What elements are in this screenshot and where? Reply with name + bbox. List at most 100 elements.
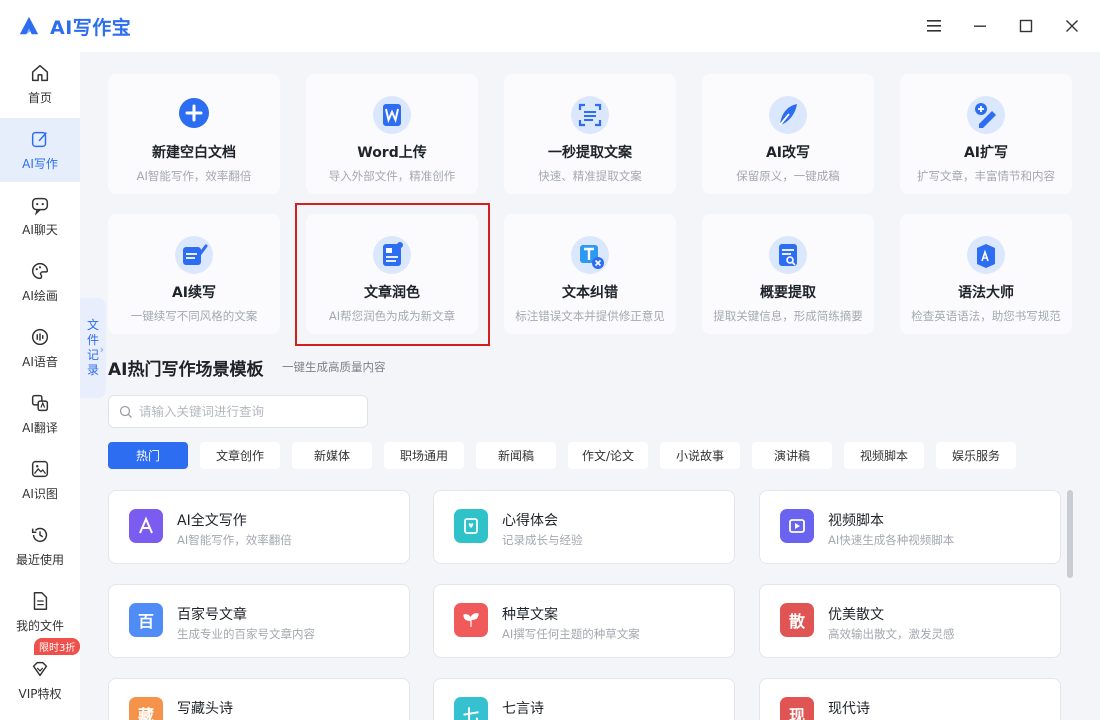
category-chip-hot[interactable]: 热门 (108, 442, 188, 469)
scan-text-icon (571, 96, 609, 134)
sidebar-item-label: AI语音 (22, 355, 58, 369)
tool-card-summary-extract[interactable]: 概要提取 提取关键信息，形成简练摘要 (702, 214, 874, 334)
notebook-icon (454, 509, 488, 543)
sidebar-item-ai-chat[interactable]: AI聊天 (0, 184, 80, 248)
tool-desc: 导入外部文件，精准创作 (328, 169, 456, 183)
template-title: 视频脚本 (828, 513, 884, 529)
video-icon (780, 509, 814, 543)
maximize-button[interactable] (1006, 10, 1046, 42)
sidebar-item-vip[interactable]: 限时3折 VIP特权 (0, 638, 81, 712)
poem-icon: 七 (454, 697, 488, 720)
template-card[interactable]: 视频脚本 AI快速生成各种视频脚本 (759, 490, 1061, 564)
search-input[interactable] (139, 404, 359, 419)
tool-card-ai-rewrite[interactable]: AI改写 保留原义，一键成稿 (702, 74, 874, 194)
tool-desc: 快速、精准提取文案 (538, 169, 642, 183)
category-chip-essay[interactable]: 作文/论文 (568, 442, 648, 469)
tool-title: 概要提取 (760, 285, 816, 301)
template-card[interactable]: 七 七言诗 (433, 678, 735, 720)
template-card[interactable]: 藏 写藏头诗 (108, 678, 410, 720)
category-chip-novel[interactable]: 小说故事 (660, 442, 740, 469)
template-card[interactable]: 百 百家号文章 生成专业的百家号文章内容 (108, 584, 410, 658)
template-title: 现代诗 (828, 701, 870, 717)
edit-icon (31, 131, 47, 148)
search-icon (119, 405, 132, 418)
feather-icon (769, 96, 807, 134)
tool-desc: 保留原义，一键成稿 (736, 169, 840, 183)
template-card[interactable]: 散 优美散文 高效输出散文，激发灵感 (759, 584, 1061, 658)
tool-desc: 一键续写不同风格的文案 (130, 309, 258, 323)
sidebar-item-ai-translate[interactable]: AI翻译 (0, 382, 80, 446)
menu-button[interactable] (914, 10, 954, 42)
diamond-icon (32, 661, 48, 677)
category-chip-press[interactable]: 新闻稿 (476, 442, 556, 469)
template-card[interactable]: 现 现代诗 (759, 678, 1061, 720)
template-card[interactable]: 心得体会 记录成长与经验 (433, 490, 735, 564)
category-chip-workplace[interactable]: 职场通用 (384, 442, 464, 469)
tool-card-polish-article[interactable]: 文章润色 AI帮您润色为成为新文章 (306, 214, 478, 334)
file-records-char: 文 (86, 318, 99, 332)
template-card[interactable]: AI全文写作 AI智能写作，效率翻倍 (108, 490, 410, 564)
template-desc: 记录成长与经验 (502, 533, 583, 547)
chat-icon (31, 197, 49, 216)
sidebar-item-ai-image-recognition[interactable]: AI识图 (0, 448, 80, 512)
sidebar-item-my-files[interactable]: 我的文件 (0, 580, 80, 644)
sidebar-item-recent[interactable]: 最近使用 (0, 514, 80, 578)
file-records-tab[interactable]: 文 件 记 录 › (80, 298, 106, 398)
tool-card-word-upload[interactable]: Word上传 导入外部文件，精准创作 (306, 74, 478, 194)
sidebar-item-label: AI绘画 (22, 289, 58, 303)
pen-plus-icon (967, 96, 1005, 134)
tool-card-new-document[interactable]: 新建空白文档 AI智能写作，效率翻倍 (108, 74, 280, 194)
minimize-button[interactable] (960, 10, 1000, 42)
category-chip-article[interactable]: 文章创作 (200, 442, 280, 469)
template-title: 优美散文 (828, 607, 884, 623)
tool-card-ai-expand[interactable]: AI扩写 扩写文章，丰富情节和内容 (900, 74, 1072, 194)
sidebar-item-label: AI识图 (22, 487, 58, 501)
scrollbar[interactable] (1067, 490, 1073, 578)
template-title: 百家号文章 (177, 607, 247, 623)
baijia-icon: 百 (129, 603, 163, 637)
category-chip-entertainment[interactable]: 娱乐服务 (936, 442, 1016, 469)
chevron-right-icon: › (99, 343, 104, 356)
sidebar-item-label: AI写作 (22, 157, 58, 171)
category-chip-new-media[interactable]: 新媒体 (292, 442, 372, 469)
sidebar-item-ai-voice[interactable]: AI语音 (0, 316, 80, 380)
tool-title: Word上传 (357, 145, 427, 161)
tool-card-grammar-master[interactable]: 语法大师 检查英语语法，助您书写规范 (900, 214, 1072, 334)
tool-title: AI改写 (765, 145, 811, 161)
tool-title: AI扩写 (963, 145, 1009, 161)
file-records-char: 记 (86, 348, 99, 362)
text-correct-icon (571, 236, 609, 274)
palette-icon (32, 262, 49, 280)
plus-circle-icon (179, 98, 209, 128)
sidebar-item-label: 首页 (27, 91, 52, 105)
tool-desc: 提取关键信息，形成简练摘要 (713, 309, 863, 323)
summary-icon (769, 236, 807, 274)
translate-icon (31, 394, 49, 412)
tool-desc: 检查英语语法，助您书写规范 (911, 309, 1061, 323)
sidebar-item-ai-paint[interactable]: AI绘画 (0, 250, 80, 314)
template-desc: 生成专业的百家号文章内容 (177, 627, 315, 641)
template-desc: 高效输出散文，激发灵感 (828, 627, 955, 641)
template-desc: AI智能写作，效率翻倍 (177, 533, 292, 547)
tool-card-extract-text[interactable]: 一秒提取文案 快速、精准提取文案 (504, 74, 676, 194)
tool-title: 语法大师 (958, 285, 1014, 301)
image-icon (31, 460, 49, 478)
tool-card-text-correction[interactable]: 文本纠错 标注错误文本并提供修正意见 (504, 214, 676, 334)
app-logo-icon (19, 16, 39, 35)
sidebar-item-ai-writing[interactable]: AI写作 (0, 118, 80, 182)
sidebar-item-label: VIP特权 (18, 687, 62, 701)
category-chip-speech[interactable]: 演讲稿 (752, 442, 832, 469)
sidebar-item-home[interactable]: 首页 (0, 52, 80, 116)
sidebar-item-label: AI翻译 (22, 421, 58, 435)
template-card[interactable]: 种草文案 AI撰写任何主题的种草文案 (433, 584, 735, 658)
tool-card-ai-continue[interactable]: AI续写 一键续写不同风格的文案 (108, 214, 280, 334)
tool-title: 文章润色 (364, 285, 420, 301)
file-records-char: 录 (86, 363, 99, 377)
close-button[interactable] (1052, 10, 1092, 42)
template-desc: AI快速生成各种视频脚本 (828, 533, 955, 547)
sidebar-item-label: AI聊天 (22, 223, 58, 237)
category-chip-video-script[interactable]: 视频脚本 (844, 442, 924, 469)
file-icon (33, 592, 48, 610)
discount-badge: 限时3折 (34, 638, 81, 655)
voice-icon (31, 328, 49, 346)
